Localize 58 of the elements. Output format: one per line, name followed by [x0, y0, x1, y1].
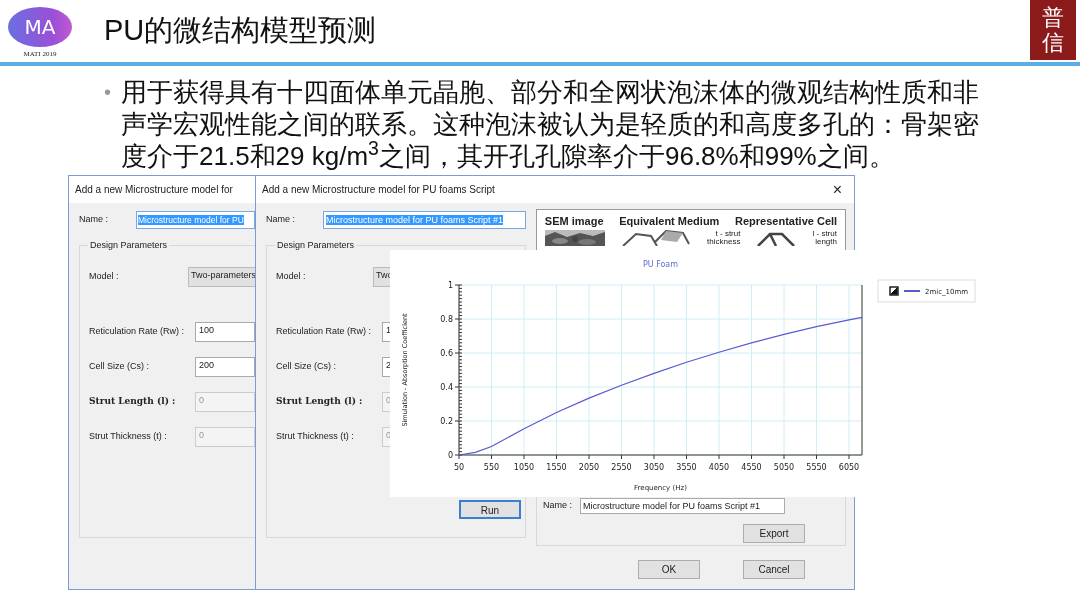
- axis-tick-label: 2050: [578, 463, 600, 472]
- input-field[interactable]: 200: [195, 357, 255, 377]
- close-button[interactable]: ×: [826, 181, 848, 198]
- run-button[interactable]: Run: [459, 500, 521, 519]
- figure-heading: SEM image: [544, 214, 604, 229]
- input-field[interactable]: Microstructure model for PU foams Script #1: [580, 498, 785, 514]
- field-label: Cell Size (Cs) :: [276, 360, 337, 374]
- figure-label: thickness: [707, 237, 741, 246]
- field-label: Strut Length (l) :: [276, 395, 364, 409]
- axis-tick-label: 4550: [741, 463, 762, 472]
- field-label: Name :: [543, 499, 572, 513]
- axis-tick-label: 1: [447, 281, 453, 290]
- axis-tick-label: 50: [453, 463, 465, 472]
- axis-tick-label: 6050: [838, 463, 860, 472]
- chart-title: PU Foam: [642, 260, 679, 269]
- axis-tick-label: 0.8: [440, 315, 453, 324]
- group-title: Design Parameters: [275, 239, 357, 253]
- figure-label: t - strut: [714, 229, 741, 238]
- model-dropdown[interactable]: Two-parameters: [188, 267, 255, 287]
- field-label: Strut Thickness (t) :: [89, 430, 168, 444]
- bullet-dot: •: [104, 80, 111, 105]
- window-title: Add a new Microstructure model for: [75, 183, 234, 197]
- legend-checkbox[interactable]: [889, 286, 899, 296]
- field-label: Reticulation Rate (Rw) :: [276, 325, 373, 339]
- figure-heading: Equivalent Medium: [619, 214, 720, 229]
- field-label: Name :: [266, 213, 296, 227]
- axis-tick-label: 3550: [676, 463, 697, 472]
- window-title: Add a new Microstructure model for PU foams Script: [262, 183, 496, 197]
- field-label: Reticulation Rate (Rw) :: [89, 325, 186, 339]
- axis-tick-label: 0: [447, 451, 453, 460]
- figure-heading: Representative Cell: [735, 214, 838, 229]
- field-label: Strut Length (l) :: [89, 395, 177, 409]
- axis-tick-label: 0.2: [440, 417, 453, 426]
- figure-label: l - strut: [812, 229, 837, 238]
- export-button[interactable]: Export: [743, 524, 805, 543]
- axis-tick-label: 4050: [708, 463, 730, 472]
- cancel-button[interactable]: Cancel: [743, 560, 805, 579]
- ok-button[interactable]: OK: [638, 560, 700, 579]
- axis-tick-label: 3050: [643, 463, 665, 472]
- axis-tick-label: 1550: [546, 463, 567, 472]
- axis-tick-label: 550: [483, 463, 500, 472]
- bullet-text: 用于获得具有十四面体单元晶胞、部分和全网状泡沫体的微观结构性质和非声学宏观性能之间的联系。这种泡沫被认为是轻质的和高度多孔的：骨架密度介于21.5和29 kg/m$^{3}$之间，其开孔孔隙率介于96.8%和99%之间。: [121, 76, 980, 172]
- foam-cell-drawing: [621, 229, 692, 246]
- slide-title: PU的微结构模型预测: [104, 13, 378, 49]
- field-label: Strut Thickness (t) :: [276, 430, 355, 444]
- figure-label: length: [814, 237, 837, 246]
- field-label: Name :: [79, 213, 109, 227]
- input-field[interactable]: 100: [195, 322, 255, 342]
- axis-tick-label: 1050: [513, 463, 535, 472]
- logo: MA: [8, 6, 72, 47]
- axis-tick-label: 0.4: [440, 383, 453, 392]
- axis-tick-label: 5550: [806, 463, 827, 472]
- field-label: Cell Size (Cs) :: [89, 360, 150, 374]
- axis-tick-label: 5050: [773, 463, 795, 472]
- axis-tick-label: 0.6: [440, 349, 453, 358]
- group-title: Design Parameters: [88, 239, 170, 253]
- axis-tick-label: 2550: [611, 463, 632, 472]
- logo-badge: 普信: [1030, 0, 1076, 60]
